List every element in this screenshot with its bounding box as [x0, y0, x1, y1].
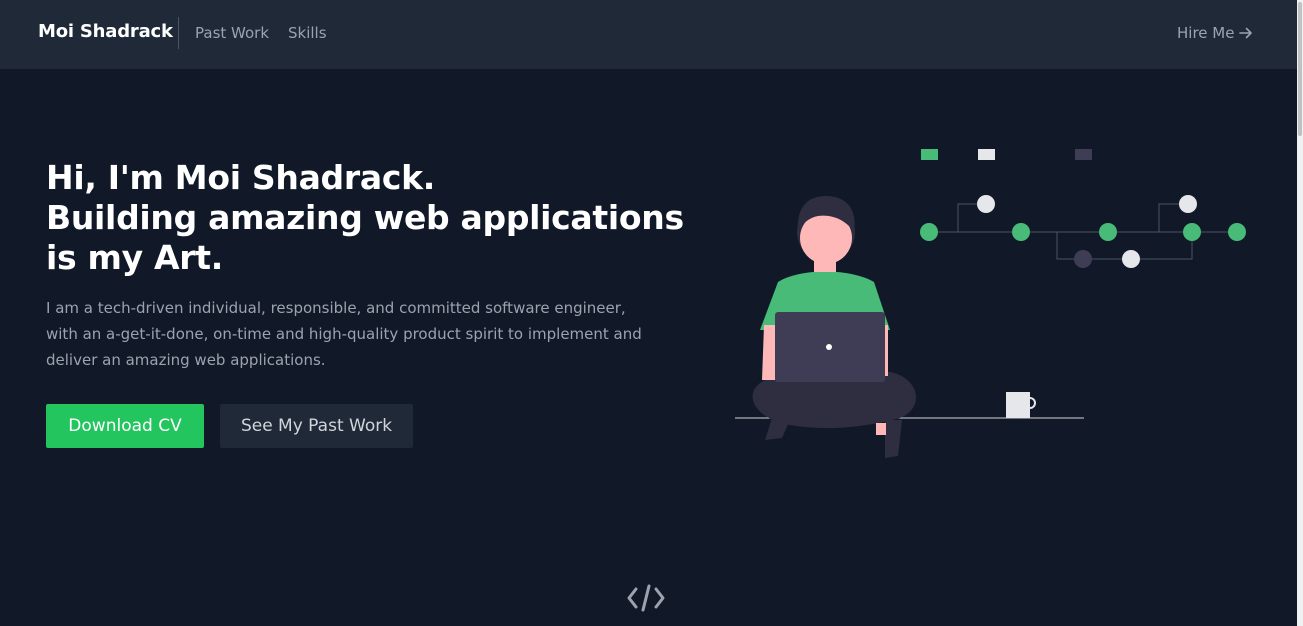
nav-link-skills[interactable]: Skills	[288, 24, 327, 42]
hero-heading-line: Building amazing web applications	[46, 198, 684, 237]
brand-logo[interactable]: Moi Shadrack	[38, 21, 173, 42]
hero-description: I am a tech-driven individual, responsib…	[46, 299, 642, 369]
see-past-work-button[interactable]: See My Past Work	[220, 404, 413, 448]
arrow-right-icon	[1239, 27, 1253, 39]
developer-illustration	[735, 149, 1246, 458]
flow-diagram	[920, 149, 1246, 268]
person-icon	[752, 196, 917, 458]
nav-divider	[178, 17, 179, 49]
mug-icon	[1006, 392, 1036, 418]
code-icon	[627, 584, 665, 612]
download-cv-button[interactable]: Download CV	[46, 404, 204, 448]
scrollbar-thumb[interactable]	[1298, 2, 1302, 136]
hire-me-link[interactable]: Hire Me	[1177, 24, 1253, 42]
navbar: Moi Shadrack Past Work Skills Hire Me	[0, 0, 1297, 69]
hero-heading: Hi, I'm Moi Shadrack. Building amazing w…	[46, 158, 686, 278]
hero-heading-line: is my Art.	[46, 238, 223, 277]
hero-heading-line: Hi, I'm Moi Shadrack.	[46, 158, 435, 197]
hire-me-label: Hire Me	[1177, 24, 1235, 42]
nav-link-past-work[interactable]: Past Work	[195, 24, 269, 42]
